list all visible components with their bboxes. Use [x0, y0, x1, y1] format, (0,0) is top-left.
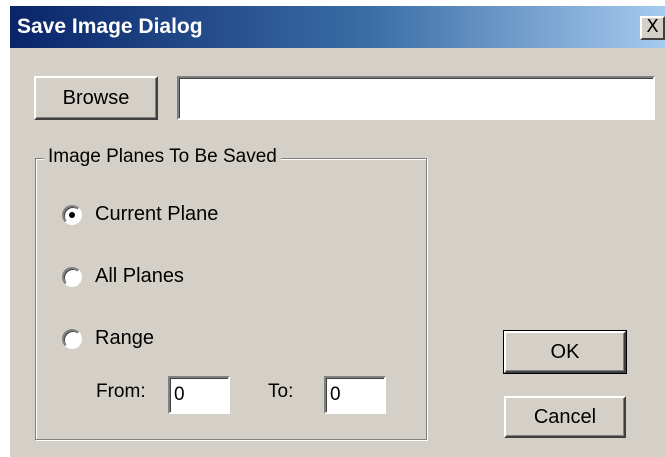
ok-button[interactable]: OK [503, 330, 627, 374]
radio-all-planes-label[interactable]: All Planes [95, 265, 184, 288]
radio-selected-dot [69, 212, 75, 218]
radio-current-plane-label[interactable]: Current Plane [95, 203, 218, 226]
image-planes-group-label: Image Planes To Be Saved [44, 146, 281, 168]
to-input[interactable] [324, 376, 386, 414]
save-image-dialog: Save Image Dialog X Browse Image Planes … [10, 6, 665, 457]
close-icon: X [646, 16, 659, 37]
file-path-input[interactable] [177, 76, 655, 120]
to-label: To: [268, 381, 294, 402]
close-button[interactable]: X [640, 16, 665, 40]
title-bar[interactable]: Save Image Dialog X [10, 6, 665, 48]
radio-button-icon[interactable] [62, 205, 82, 225]
radio-range-label[interactable]: Range [95, 327, 154, 350]
radio-button-icon[interactable] [62, 329, 82, 349]
from-label: From: [96, 381, 146, 402]
from-input[interactable] [168, 376, 230, 414]
radio-button-icon[interactable] [62, 267, 82, 287]
cancel-button[interactable]: Cancel [504, 396, 626, 438]
browse-button[interactable]: Browse [34, 76, 158, 120]
dialog-title: Save Image Dialog [17, 15, 203, 38]
